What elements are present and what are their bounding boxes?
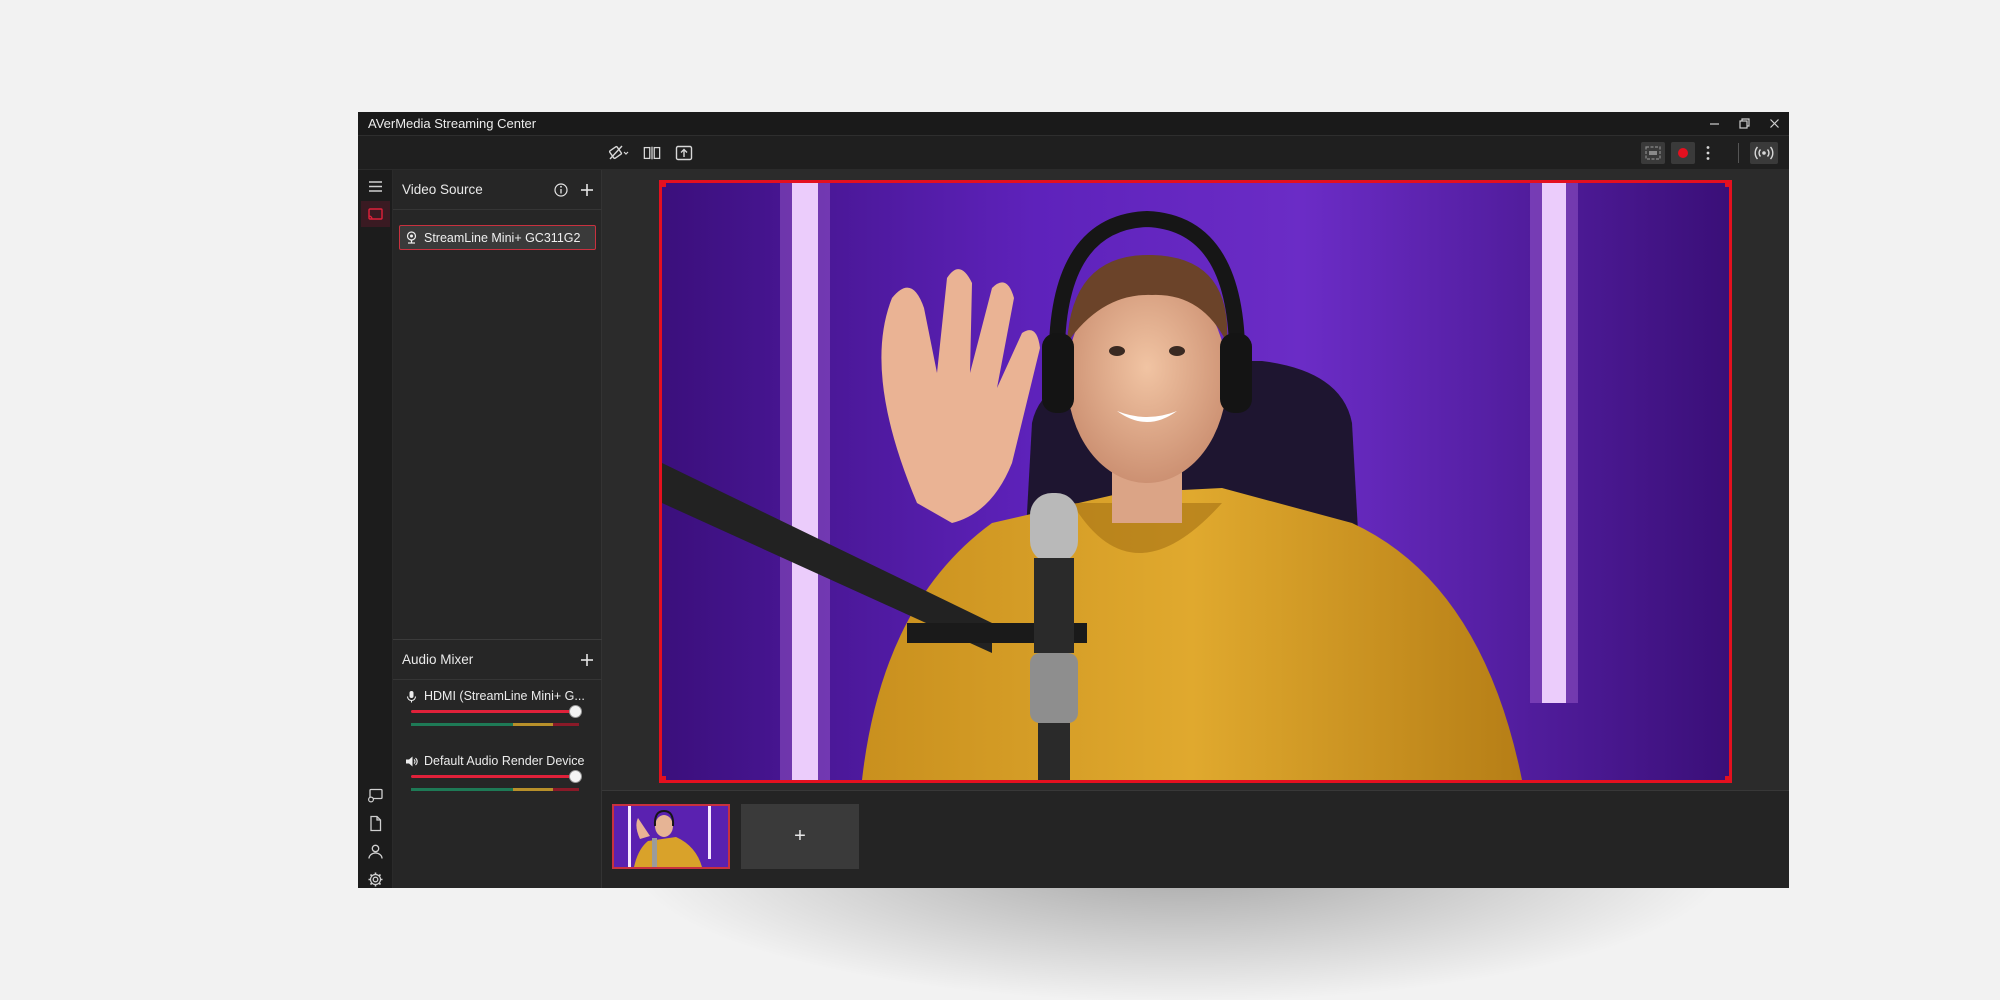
hamburger-menu-icon [369, 180, 382, 192]
account-button[interactable] [361, 838, 390, 864]
resize-handle[interactable] [1725, 776, 1729, 780]
rotate-dropdown-button[interactable] [605, 142, 633, 164]
audio-channel-label-row: Default Audio Render Device [405, 752, 595, 770]
user-icon [368, 844, 383, 859]
broadcast-button[interactable] [1750, 142, 1778, 164]
display-gear-icon [367, 788, 383, 803]
toolbar [358, 136, 1789, 170]
scene-strip: + [602, 790, 1789, 888]
audio-channel-label-row: HDMI (StreamLine Mini+ G... [405, 687, 595, 705]
add-video-source-button[interactable] [576, 179, 598, 201]
resize-handle[interactable] [1725, 183, 1729, 187]
restore-icon [1738, 118, 1750, 129]
audio-level-meter [411, 788, 579, 791]
volume-slider-track[interactable] [411, 710, 579, 713]
app-window: AVerMedia Streaming Center Video Source … [358, 112, 1789, 888]
video-source-label: StreamLine Mini+ GC311G2 [424, 230, 581, 245]
split-view-icon [643, 146, 661, 160]
document-icon [370, 815, 382, 831]
rotate-icon [608, 145, 629, 160]
record-button[interactable] [1671, 142, 1695, 164]
left-rail [358, 170, 393, 888]
video-source-title: Video Source [402, 182, 483, 197]
scene-cast-icon [368, 207, 383, 220]
menu-button[interactable] [361, 173, 390, 199]
resize-handle[interactable] [662, 183, 666, 187]
scene-thumbnail-image [614, 806, 728, 867]
info-icon [554, 182, 568, 197]
audio-mixer-header: Audio Mixer [393, 640, 602, 680]
split-view-button[interactable] [640, 142, 664, 164]
video-source-item[interactable]: StreamLine Mini+ GC311G2 [399, 225, 596, 250]
more-vertical-icon [1706, 146, 1710, 160]
plus-icon [581, 653, 593, 666]
scene-editor-tab[interactable] [361, 201, 390, 227]
window-controls [1699, 112, 1789, 136]
upload-icon [675, 145, 693, 161]
title-bar: AVerMedia Streaming Center [358, 112, 1789, 136]
gear-icon [368, 872, 383, 886]
document-button[interactable] [361, 810, 390, 836]
speaker-icon [406, 756, 418, 766]
record-icon [1678, 148, 1688, 158]
minimize-icon [1709, 123, 1719, 125]
toolbar-divider [1738, 143, 1739, 163]
add-scene-button[interactable]: + [741, 804, 859, 869]
minimize-button[interactable] [1699, 112, 1729, 136]
audio-level-meter [411, 723, 579, 726]
webcam-icon [406, 231, 417, 244]
volume-slider-handle[interactable] [569, 770, 582, 783]
camera-feed-image [662, 183, 1729, 780]
resize-handle[interactable] [662, 776, 666, 780]
volume-slider-track[interactable] [411, 775, 579, 778]
hdr-button[interactable] [1641, 142, 1665, 164]
close-icon [1769, 119, 1779, 128]
plus-icon [581, 183, 593, 196]
scene-thumbnail[interactable] [612, 804, 730, 869]
restore-button[interactable] [1729, 112, 1759, 136]
audio-channel-name: HDMI (StreamLine Mini+ G... [424, 689, 585, 703]
hdr-icon [1645, 146, 1661, 160]
more-options-button[interactable] [1700, 142, 1716, 164]
video-source-header: Video Source [393, 170, 602, 210]
audio-channel: HDMI (StreamLine Mini+ G... [393, 687, 602, 739]
settings-button[interactable] [361, 866, 390, 888]
add-audio-source-button[interactable] [576, 649, 598, 671]
sources-panel: Video Source StreamLine Mini+ GC311G2 Au… [393, 170, 602, 888]
window-title: AVerMedia Streaming Center [368, 116, 537, 131]
preview-area [602, 170, 1789, 790]
audio-mixer-title: Audio Mixer [402, 652, 474, 667]
audio-channel-name: Default Audio Render Device [424, 754, 585, 768]
close-button[interactable] [1759, 112, 1789, 136]
preview-canvas[interactable] [659, 180, 1732, 783]
audio-channel: Default Audio Render Device [393, 752, 602, 804]
broadcast-icon [1754, 146, 1774, 160]
device-settings-button[interactable] [361, 782, 390, 808]
export-button[interactable] [672, 142, 696, 164]
video-source-info-button[interactable] [550, 179, 572, 201]
volume-slider-handle[interactable] [569, 705, 582, 718]
microphone-icon [406, 690, 417, 702]
